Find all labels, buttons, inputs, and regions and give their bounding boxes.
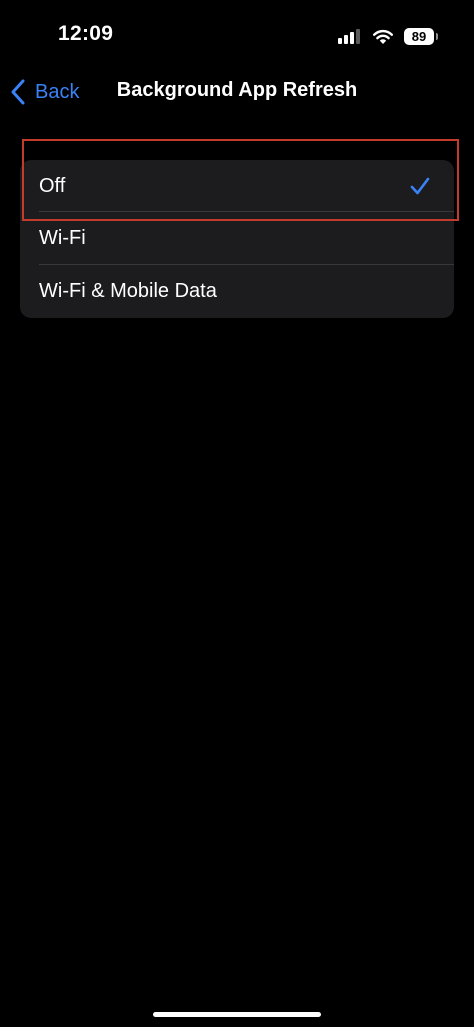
battery-level: 89: [411, 28, 427, 44]
battery-icon: 89: [404, 27, 438, 45]
page-title: Background App Refresh: [116, 79, 358, 101]
option-wifi-mobile-data[interactable]: Wi-Fi & Mobile Data: [20, 265, 454, 318]
option-label: Off: [39, 174, 66, 197]
checkmark-icon: [410, 177, 430, 195]
battery-tip: [436, 32, 438, 40]
option-off[interactable]: Off: [20, 160, 454, 212]
navigation-bar: Back Background App Refresh: [0, 66, 474, 118]
home-indicator: [153, 1012, 321, 1017]
option-label: Wi-Fi: [39, 227, 86, 249]
option-wifi[interactable]: Wi-Fi: [20, 212, 454, 265]
status-bar: 12:09 89: [0, 0, 474, 70]
status-icons: 89: [338, 26, 438, 46]
cellular-signal-icon: [338, 28, 362, 44]
wifi-icon: [373, 29, 393, 44]
refresh-options-list: Off Wi-Fi Wi-Fi & Mobile Data: [20, 160, 454, 318]
status-time: 12:09: [58, 22, 114, 45]
option-label: Wi-Fi & Mobile Data: [39, 280, 217, 302]
